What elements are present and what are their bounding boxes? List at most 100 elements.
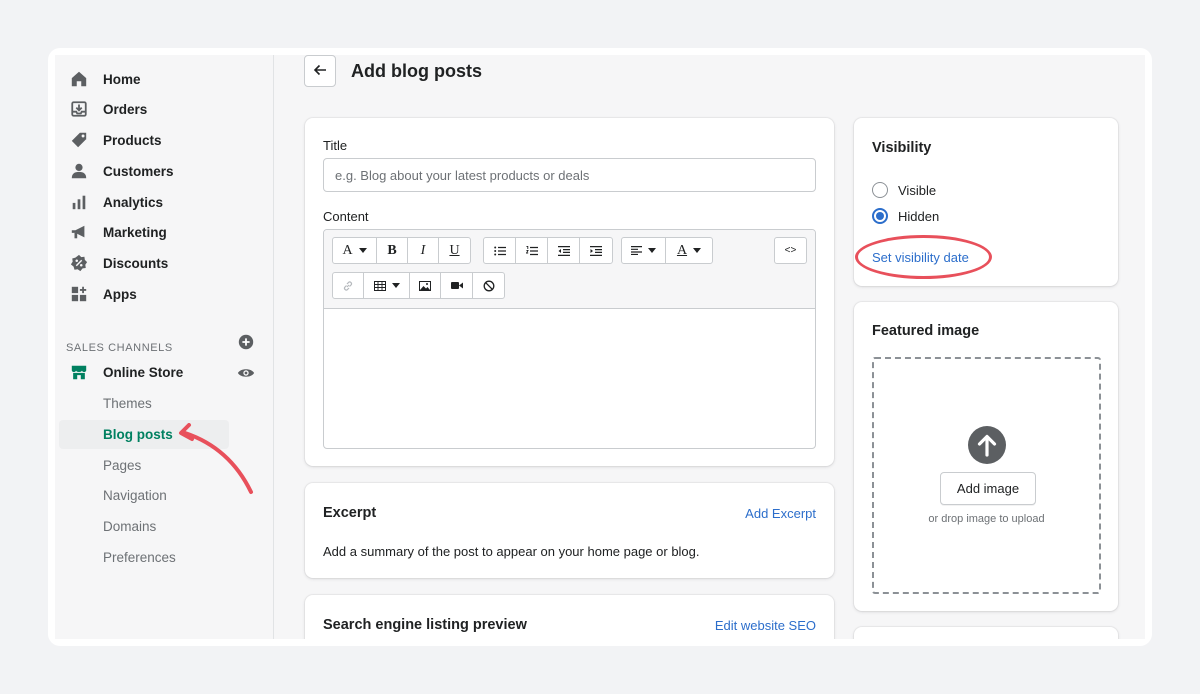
visibility-option-visible[interactable]: Visible <box>872 181 1022 199</box>
editor-toolbar: A B I U A <> <box>324 230 815 309</box>
chevron-down-icon <box>358 248 367 253</box>
sidebar-item-domains[interactable]: Domains <box>59 512 229 541</box>
font-style-dropdown[interactable]: A <box>333 238 377 263</box>
chevron-down-icon <box>648 248 656 253</box>
toolbar-group-insert <box>332 272 505 299</box>
highlight-ellipse-annotation <box>855 235 992 279</box>
seo-preview-card: Search engine listing preview Edit websi… <box>305 595 834 639</box>
sidebar-item-label: Marketing <box>103 224 167 240</box>
text-color-dropdown[interactable]: A <box>666 238 712 263</box>
person-icon <box>69 161 89 181</box>
outdent-icon <box>557 245 570 256</box>
clear-formatting-button[interactable] <box>473 273 504 298</box>
numbered-list-icon <box>525 245 538 255</box>
chevron-down-icon <box>693 248 702 253</box>
content-editor-area[interactable] <box>324 309 815 448</box>
back-button[interactable] <box>304 55 336 87</box>
outdent-button[interactable] <box>548 238 580 263</box>
sidebar-item-label: Domains <box>103 519 157 534</box>
excerpt-title: Excerpt <box>323 505 377 521</box>
page-title: Add blog posts <box>351 61 482 81</box>
link-icon <box>343 280 353 291</box>
bar-chart-icon <box>69 192 89 212</box>
hidden-radio[interactable] <box>872 208 888 224</box>
add-sales-channel-icon[interactable] <box>237 333 255 351</box>
insert-table-dropdown[interactable] <box>364 273 410 298</box>
sidebar-item-label: Blog posts <box>103 427 173 442</box>
sidebar-item-label: Home <box>103 71 141 87</box>
sidebar-item-apps[interactable]: Apps <box>55 280 274 308</box>
sidebar-item-home[interactable]: Home <box>55 65 274 93</box>
insert-video-button[interactable] <box>441 273 473 298</box>
indent-icon <box>590 245 602 256</box>
clear-format-icon <box>483 280 494 291</box>
text-color-glyph: A <box>676 242 688 258</box>
bold-button[interactable]: B <box>377 238 408 263</box>
store-icon <box>69 362 89 382</box>
sales-channels-heading: SALES CHANNELS <box>66 342 173 354</box>
chevron-down-icon <box>391 283 400 288</box>
sidebar-item-marketing[interactable]: Marketing <box>55 218 274 246</box>
hidden-label: Hidden <box>898 209 940 224</box>
underline-button[interactable]: U <box>439 238 470 263</box>
visible-label: Visible <box>898 183 937 198</box>
visibility-title: Visibility <box>872 140 932 156</box>
eye-icon[interactable] <box>237 364 255 382</box>
italic-button[interactable]: I <box>408 238 439 263</box>
admin-app: Home Orders Products Customers Analytics <box>55 55 1145 639</box>
table-icon <box>373 280 386 291</box>
apps-icon <box>69 284 89 304</box>
sidebar-item-label: Analytics <box>103 194 164 210</box>
sidebar-item-label: Products <box>103 132 162 148</box>
show-html-button[interactable]: <> <box>775 238 806 263</box>
sidebar-item-label: Pages <box>103 458 142 473</box>
add-excerpt-link[interactable]: Add Excerpt <box>745 506 816 521</box>
sidebar-item-label: Preferences <box>103 550 176 565</box>
indent-button[interactable] <box>580 238 612 263</box>
sidebar-item-label: Apps <box>103 286 137 302</box>
orders-icon <box>69 99 89 119</box>
numbered-list-button[interactable] <box>516 238 548 263</box>
image-icon <box>419 280 431 291</box>
toolbar-group-format: A <box>621 237 713 264</box>
sidebar-item-customers[interactable]: Customers <box>55 157 274 185</box>
align-left-icon <box>631 246 642 255</box>
toolbar-group-code: <> <box>774 237 807 264</box>
insert-image-button[interactable] <box>410 273 441 298</box>
sidebar-item-discounts[interactable]: Discounts <box>55 249 274 277</box>
tag-icon <box>69 130 89 150</box>
bulleted-list-button[interactable] <box>484 238 516 263</box>
insert-link-button[interactable] <box>333 273 364 298</box>
sidebar-item-analytics[interactable]: Analytics <box>55 188 274 216</box>
sidebar-item-products[interactable]: Products <box>55 126 274 154</box>
bullet-list-icon <box>493 246 506 255</box>
sidebar-item-label: Customers <box>103 163 174 179</box>
visible-radio[interactable] <box>872 182 888 198</box>
home-icon <box>69 69 89 89</box>
sidebar-item-themes[interactable]: Themes <box>59 389 229 418</box>
rich-text-editor: A B I U A <> <box>323 229 816 449</box>
sidebar-item-label: Online Store <box>103 364 184 380</box>
discount-icon <box>69 253 89 273</box>
sidebar-item-label: Navigation <box>103 488 167 503</box>
sidebar: Home Orders Products Customers Analytics <box>55 55 274 639</box>
visibility-option-hidden[interactable]: Hidden <box>872 207 1022 225</box>
sidebar-item-preferences[interactable]: Preferences <box>59 543 229 572</box>
image-dropzone[interactable]: Add image or drop image to upload <box>872 357 1101 594</box>
title-input[interactable] <box>323 158 816 192</box>
organization-card <box>854 627 1118 639</box>
text-align-dropdown[interactable] <box>622 238 666 263</box>
title-label: Title <box>323 138 348 153</box>
add-image-button[interactable]: Add image <box>940 472 1036 505</box>
content-label: Content <box>323 209 369 224</box>
screenshot-frame: Home Orders Products Customers Analytics <box>48 48 1152 646</box>
featured-image-title: Featured image <box>872 323 980 339</box>
excerpt-card: Excerpt Add Excerpt Add a summary of the… <box>305 483 834 578</box>
arrow-left-icon <box>312 62 328 81</box>
toolbar-group-lists <box>483 237 613 264</box>
sidebar-item-orders[interactable]: Orders <box>55 95 274 123</box>
excerpt-description: Add a summary of the post to appear on y… <box>323 544 700 559</box>
post-content-card: Title Content A B I U <box>305 118 834 466</box>
pointer-arrow-annotation <box>179 423 253 494</box>
edit-website-seo-link[interactable]: Edit website SEO <box>715 618 816 633</box>
